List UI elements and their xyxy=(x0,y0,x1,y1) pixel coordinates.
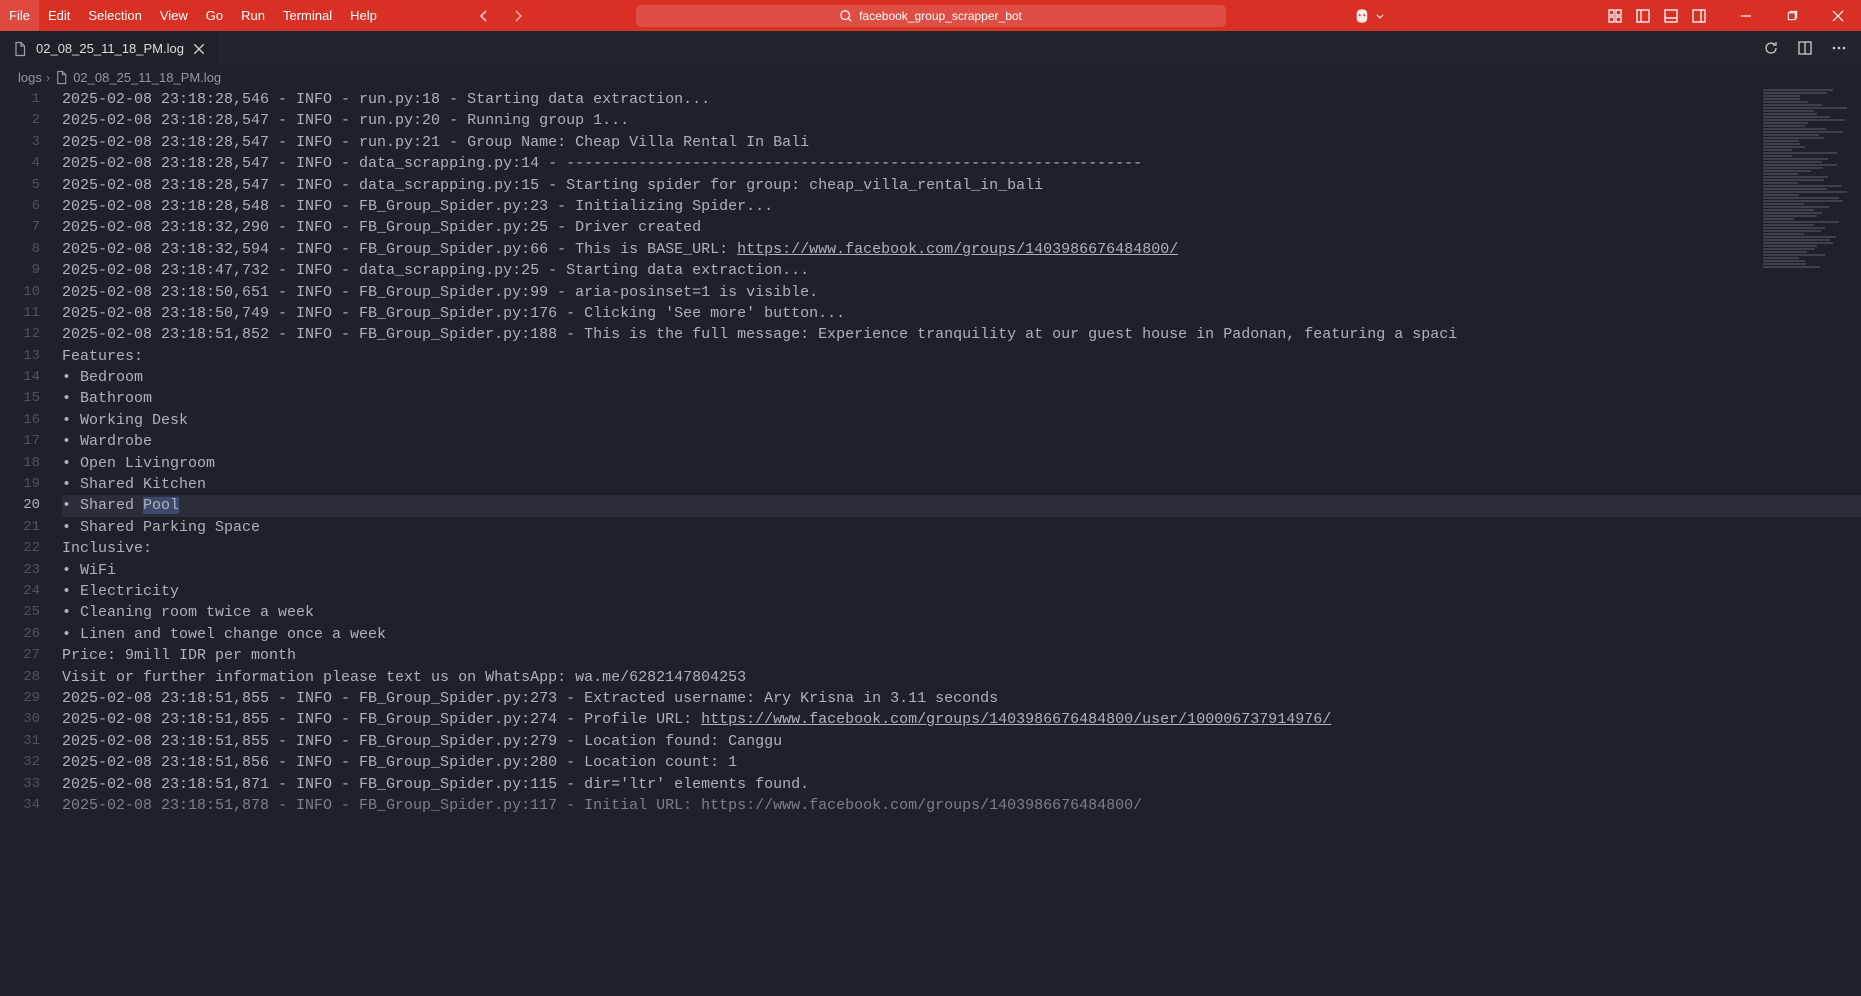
toggle-secondary-sidebar-button[interactable] xyxy=(1691,8,1707,24)
code-line[interactable]: • Linen and towel change once a week xyxy=(62,624,1861,645)
file-icon xyxy=(54,70,69,85)
search-icon xyxy=(839,9,853,23)
code-line[interactable]: Features: xyxy=(62,346,1861,367)
tab-filename: 02_08_25_11_18_PM.log xyxy=(36,41,184,56)
toggle-panel-button[interactable] xyxy=(1663,8,1679,24)
window-minimize-button[interactable] xyxy=(1723,0,1769,31)
editor-content[interactable]: 2025-02-08 23:18:28,546 - INFO - run.py:… xyxy=(62,89,1861,996)
breadcrumb-folder: logs xyxy=(18,70,42,85)
code-line[interactable]: 2025-02-08 23:18:50,749 - INFO - FB_Grou… xyxy=(62,303,1861,324)
code-line[interactable]: 2025-02-08 23:18:28,547 - INFO - run.py:… xyxy=(62,110,1861,131)
code-line[interactable]: • WiFi xyxy=(62,560,1861,581)
code-line[interactable]: • Cleaning room twice a week xyxy=(62,602,1861,623)
menu-item-edit[interactable]: Edit xyxy=(39,0,79,31)
code-line[interactable]: 2025-02-08 23:18:51,852 - INFO - FB_Grou… xyxy=(62,324,1861,345)
editor-tab[interactable]: 02_08_25_11_18_PM.log xyxy=(0,31,218,65)
code-line[interactable]: • Electricity xyxy=(62,581,1861,602)
breadcrumb-file: 02_08_25_11_18_PM.log xyxy=(73,70,221,85)
code-line[interactable]: 2025-02-08 23:18:32,594 - INFO - FB_Grou… xyxy=(62,239,1861,260)
menu-item-terminal[interactable]: Terminal xyxy=(274,0,341,31)
code-line[interactable]: • Working Desk xyxy=(62,410,1861,431)
customize-layout-button[interactable] xyxy=(1607,8,1623,24)
code-line[interactable]: 2025-02-08 23:18:50,651 - INFO - FB_Grou… xyxy=(62,282,1861,303)
nav-back-button[interactable] xyxy=(476,8,492,24)
code-line[interactable]: • Bedroom xyxy=(62,367,1861,388)
code-line[interactable]: 2025-02-08 23:18:28,548 - INFO - FB_Grou… xyxy=(62,196,1861,217)
code-line[interactable]: 2025-02-08 23:18:51,871 - INFO - FB_Grou… xyxy=(62,774,1861,795)
split-editor-button[interactable] xyxy=(1797,40,1813,56)
copilot-icon xyxy=(1353,7,1371,25)
code-line[interactable]: 2025-02-08 23:18:28,547 - INFO - run.py:… xyxy=(62,132,1861,153)
code-line[interactable]: 2025-02-08 23:18:51,855 - INFO - FB_Grou… xyxy=(62,688,1861,709)
window-close-button[interactable] xyxy=(1815,0,1861,31)
more-actions-button[interactable] xyxy=(1831,40,1847,56)
menu-item-selection[interactable]: Selection xyxy=(79,0,150,31)
breadcrumb[interactable]: logs › 02_08_25_11_18_PM.log xyxy=(0,65,1861,89)
code-line[interactable]: 2025-02-08 23:18:28,547 - INFO - data_sc… xyxy=(62,153,1861,174)
chevron-down-icon xyxy=(1375,11,1385,21)
titlebar: FileEditSelectionViewGoRunTerminalHelp f… xyxy=(0,0,1861,31)
menu-item-view[interactable]: View xyxy=(151,0,197,31)
code-line[interactable]: 2025-02-08 23:18:32,290 - INFO - FB_Grou… xyxy=(62,217,1861,238)
code-line[interactable]: 2025-02-08 23:18:47,732 - INFO - data_sc… xyxy=(62,260,1861,281)
line-number-gutter: 1234567891011121314151617181920212223242… xyxy=(0,89,62,996)
command-center-search[interactable]: facebook_group_scrapper_bot xyxy=(636,5,1226,27)
tab-close-button[interactable] xyxy=(192,42,206,56)
code-line[interactable]: Visit or further information please text… xyxy=(62,667,1861,688)
nav-arrows xyxy=(476,8,526,24)
copilot-button[interactable] xyxy=(1353,7,1385,25)
code-line[interactable]: Inclusive: xyxy=(62,538,1861,559)
code-line[interactable]: • Bathroom xyxy=(62,388,1861,409)
code-line[interactable]: • Open Livingroom xyxy=(62,453,1861,474)
toggle-primary-sidebar-button[interactable] xyxy=(1635,8,1651,24)
menu-item-file[interactable]: File xyxy=(0,0,39,31)
code-line[interactable]: 2025-02-08 23:18:51,855 - INFO - FB_Grou… xyxy=(62,709,1861,730)
tab-bar: 02_08_25_11_18_PM.log xyxy=(0,31,1861,65)
reload-button[interactable] xyxy=(1763,40,1779,56)
code-line[interactable]: 2025-02-08 23:18:28,547 - INFO - data_sc… xyxy=(62,175,1861,196)
editor-actions xyxy=(1763,31,1861,65)
code-line[interactable]: 2025-02-08 23:18:28,546 - INFO - run.py:… xyxy=(62,89,1861,110)
editor[interactable]: 1234567891011121314151617181920212223242… xyxy=(0,89,1861,996)
window-maximize-button[interactable] xyxy=(1769,0,1815,31)
url-link[interactable]: https://www.facebook.com/groups/14039866… xyxy=(737,241,1178,258)
file-icon xyxy=(12,41,28,57)
code-line[interactable]: 2025-02-08 23:18:51,878 - INFO - FB_Grou… xyxy=(62,795,1861,816)
menu-item-run[interactable]: Run xyxy=(232,0,274,31)
nav-forward-button[interactable] xyxy=(510,8,526,24)
menu-item-help[interactable]: Help xyxy=(341,0,386,31)
menu-bar: FileEditSelectionViewGoRunTerminalHelp xyxy=(0,0,386,31)
url-link[interactable]: https://www.facebook.com/groups/14039866… xyxy=(701,711,1331,728)
code-line[interactable]: • Shared Parking Space xyxy=(62,517,1861,538)
code-line[interactable]: • Shared Kitchen xyxy=(62,474,1861,495)
code-line[interactable]: 2025-02-08 23:18:51,856 - INFO - FB_Grou… xyxy=(62,752,1861,773)
search-text: facebook_group_scrapper_bot xyxy=(859,9,1022,23)
code-line[interactable]: • Shared Pool xyxy=(62,495,1861,516)
minimap[interactable] xyxy=(1763,89,1859,289)
code-line[interactable]: • Wardrobe xyxy=(62,431,1861,452)
code-line[interactable]: 2025-02-08 23:18:51,855 - INFO - FB_Grou… xyxy=(62,731,1861,752)
breadcrumb-separator-icon: › xyxy=(46,70,50,85)
code-line[interactable]: Price: 9mill IDR per month xyxy=(62,645,1861,666)
menu-item-go[interactable]: Go xyxy=(197,0,232,31)
